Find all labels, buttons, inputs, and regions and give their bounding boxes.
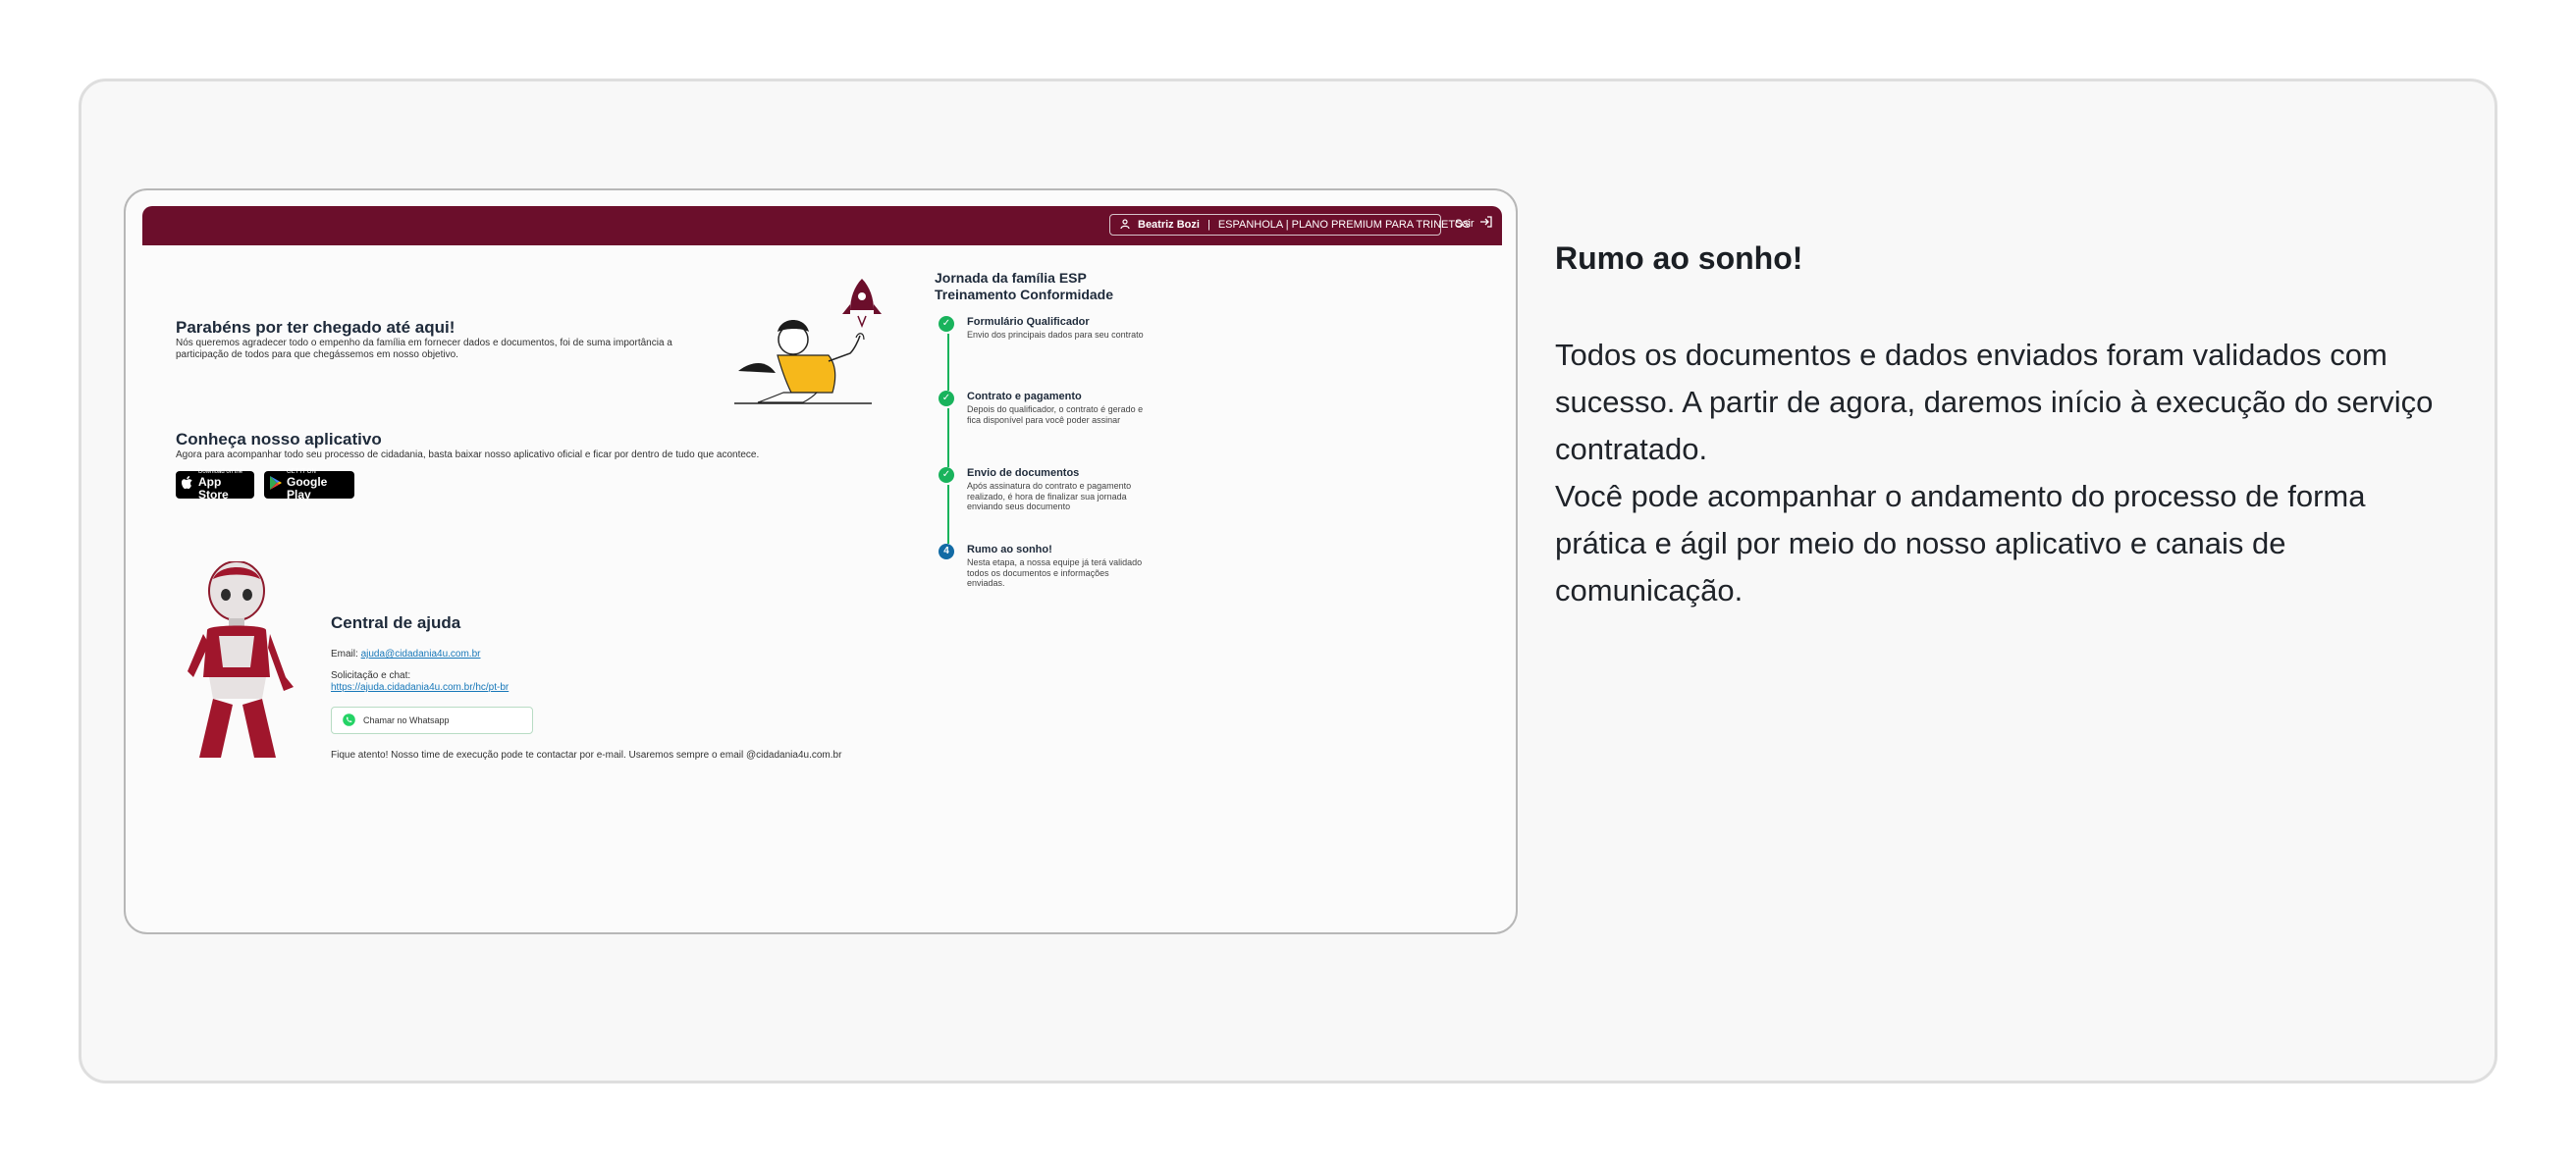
google-play-button[interactable]: GET IT ON Google Play xyxy=(264,469,354,502)
apple-icon xyxy=(182,475,193,495)
journey-title-line2: Treinamento Conformidade xyxy=(935,287,1114,302)
help-notice: Fique atento! Nosso time de execução pod… xyxy=(331,750,842,761)
topbar: Beatriz Bozi | ESPANHOLA | PLANO PREMIUM… xyxy=(142,206,1502,245)
step-title: Formulário Qualificador xyxy=(967,316,1090,328)
user-icon xyxy=(1120,218,1130,232)
check-icon: ✓ xyxy=(939,316,954,332)
email-link[interactable]: ajuda@cidadania4u.com.br xyxy=(361,649,481,660)
step-title: Contrato e pagamento xyxy=(967,391,1082,402)
logout-icon xyxy=(1479,216,1493,231)
whatsapp-label: Chamar no Whatsapp xyxy=(363,715,450,725)
check-icon: ✓ xyxy=(939,467,954,483)
help-title: Central de ajuda xyxy=(331,613,461,632)
step-desc: Depois do qualificador, o contrato é ger… xyxy=(967,404,1144,425)
chat-label: Solicitação e chat: xyxy=(331,670,411,681)
congrats-title: Parabéns por ter chegado até aqui! xyxy=(176,318,456,337)
step-title: Rumo ao sonho! xyxy=(967,544,1052,555)
robot-illustration xyxy=(180,560,297,763)
app-store-button[interactable]: Download on the App Store xyxy=(176,469,254,502)
journey-connector xyxy=(947,408,949,467)
email-label: Email: xyxy=(331,649,358,660)
journey-connector xyxy=(947,334,949,391)
journey-title: Jornada da família ESP Treinamento Confo… xyxy=(935,270,1113,303)
step-number: 4 xyxy=(939,544,954,559)
screenshot-frame: Beatriz Bozi | ESPANHOLA | PLANO PREMIUM… xyxy=(124,188,1518,934)
step-desc: Após assinatura do contrato e pagamento … xyxy=(967,481,1132,511)
chat-line: https://ajuda.cidadania4u.com.br/hc/pt-b… xyxy=(331,682,509,693)
separator: | xyxy=(1207,219,1210,231)
whatsapp-button[interactable]: Chamar no Whatsapp xyxy=(331,707,533,734)
google-play-icon xyxy=(270,475,282,495)
logout-label: Sair xyxy=(1455,217,1475,230)
check-icon: ✓ xyxy=(939,391,954,406)
google-play-label: Google Play xyxy=(287,474,328,502)
plan-name: ESPANHOLA | PLANO PREMIUM PARA TRINETOS xyxy=(1217,219,1471,231)
journey-connector xyxy=(947,485,949,544)
app-section-text: Agora para acompanhar todo seu processo … xyxy=(176,449,760,460)
email-line: Email: ajuda@cidadania4u.com.br xyxy=(331,649,480,660)
step-desc: Nesta etapa, a nossa equipe já terá vali… xyxy=(967,557,1143,588)
journey-title-line1: Jornada da família ESP xyxy=(935,270,1087,286)
chat-link[interactable]: https://ajuda.cidadania4u.com.br/hc/pt-b… xyxy=(331,682,509,693)
logout-button[interactable]: Sair xyxy=(1455,216,1493,231)
user-plan-pill[interactable]: Beatriz Bozi | ESPANHOLA | PLANO PREMIUM… xyxy=(1109,214,1471,236)
step-title: Envio de documentos xyxy=(967,467,1080,479)
right-panel-title: Rumo ao sonho! xyxy=(1555,240,1803,276)
right-panel-paragraph-1: Todos os documentos e dados enviados for… xyxy=(1555,338,2434,466)
congrats-text: Nós queremos agradecer todo o empenho da… xyxy=(176,338,672,360)
person-rocket-illustration xyxy=(734,271,901,408)
right-panel-paragraph-2: Você pode acompanhar o andamento do proc… xyxy=(1555,479,2366,607)
app-section-title: Conheça nosso aplicativo xyxy=(176,430,382,449)
user-name: Beatriz Bozi xyxy=(1138,219,1200,231)
right-panel-body: Todos os documentos e dados enviados for… xyxy=(1555,332,2458,614)
step-desc: Envio dos principais dados para seu cont… xyxy=(967,330,1144,340)
whatsapp-icon xyxy=(343,713,355,728)
app-store-label: App Store xyxy=(198,474,229,502)
